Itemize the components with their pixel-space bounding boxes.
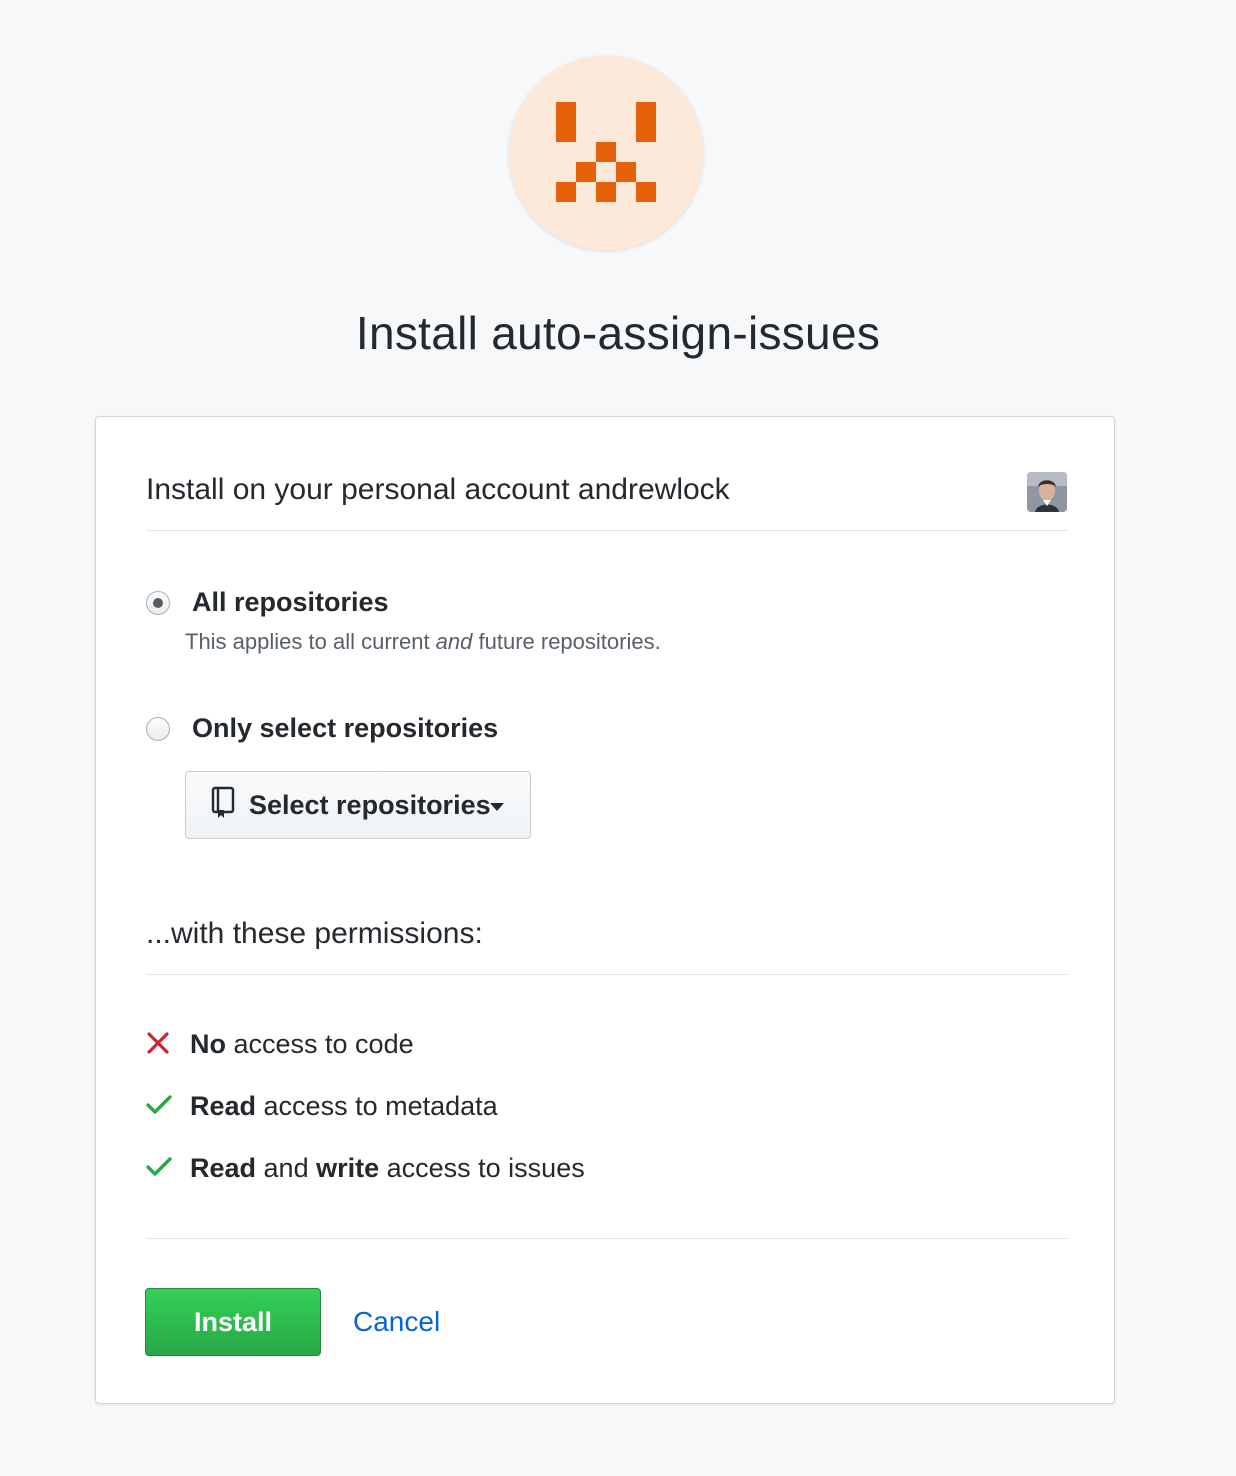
permissions-heading: ...with these permissions: <box>146 917 483 950</box>
permission-scope: and <box>256 1153 317 1183</box>
note-text-before: This applies to all current <box>185 629 436 654</box>
permissions-divider <box>146 974 1068 975</box>
permission-item-metadata: Read access to metadata <box>146 1089 946 1129</box>
avatar <box>1027 472 1067 512</box>
all-repositories-radio[interactable] <box>146 591 170 615</box>
select-repositories-button-label: Select repositories <box>249 790 491 820</box>
permission-item-issues: Read and write access to issues <box>146 1151 946 1191</box>
avatar-image <box>1027 472 1067 512</box>
actions-divider <box>146 1238 1068 1239</box>
select-repositories-radio[interactable] <box>146 717 170 741</box>
permission-text: No access to code <box>190 1029 414 1060</box>
select-repositories-button[interactable]: Select repositories <box>185 771 531 839</box>
select-repositories-label[interactable]: Only select repositories <box>192 713 498 744</box>
install-button[interactable]: Install <box>145 1288 321 1356</box>
permission-level: Read <box>190 1091 257 1121</box>
permission-level: Read <box>190 1153 257 1183</box>
account-divider <box>146 530 1068 531</box>
all-repositories-label[interactable]: All repositories <box>192 587 389 618</box>
caret-down-icon <box>490 803 504 811</box>
permission-level: No <box>190 1029 226 1059</box>
permission-level-write: write <box>316 1153 380 1183</box>
permission-text: Read access to metadata <box>190 1091 498 1122</box>
app-logo-pixels <box>556 102 656 202</box>
permission-scope: access to metadata <box>256 1091 498 1121</box>
note-text-emphasis: and <box>435 629 473 654</box>
app-logo <box>509 56 703 250</box>
account-heading: Install on your personal account andrewl… <box>146 473 730 506</box>
page-title: Install auto-assign-issues <box>355 307 881 359</box>
permission-scope-issues: access to issues <box>379 1153 585 1183</box>
install-card: Install on your personal account andrewl… <box>95 416 1115 1404</box>
cancel-link[interactable]: Cancel <box>353 1306 440 1338</box>
check-icon <box>146 1095 172 1114</box>
all-repositories-note: This applies to all current and future r… <box>185 629 661 655</box>
check-icon <box>146 1157 172 1176</box>
permission-text: Read and write access to issues <box>190 1153 585 1184</box>
permission-item-code: No access to code <box>146 1027 946 1067</box>
repo-icon <box>211 786 235 818</box>
permission-scope: access to code <box>226 1029 414 1059</box>
x-icon <box>147 1032 169 1054</box>
note-text-after: future repositories. <box>472 629 661 654</box>
